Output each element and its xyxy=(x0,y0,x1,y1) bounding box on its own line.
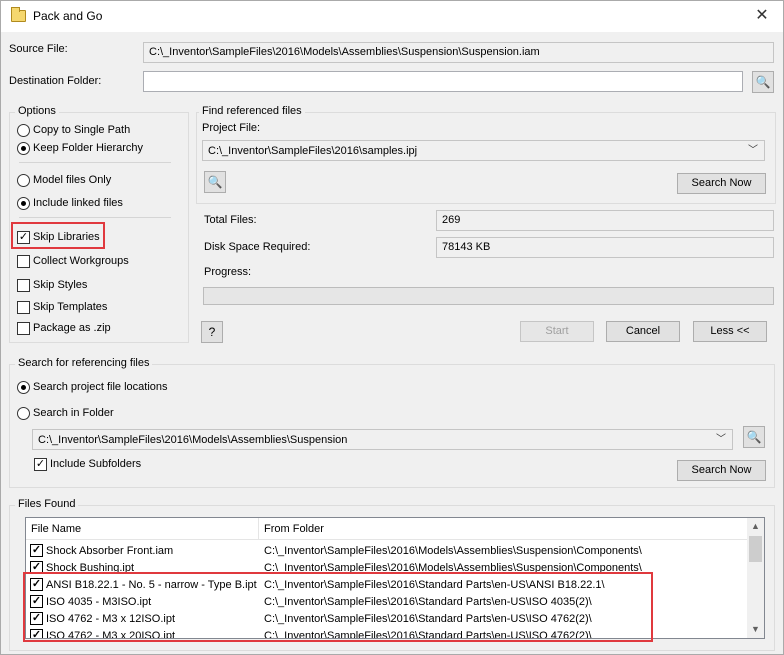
source-file-field[interactable]: C:\_Inventor\SampleFiles\2016\Models\Ass… xyxy=(143,42,774,63)
find-referenced-files-label: Find referenced files xyxy=(199,105,305,117)
start-button[interactable]: Start xyxy=(520,321,594,342)
disk-space-label: Disk Space Required: xyxy=(204,241,311,253)
folder-icon xyxy=(11,7,26,22)
skip-styles-checkbox[interactable]: Skip Styles xyxy=(17,277,87,293)
destination-folder-field[interactable] xyxy=(143,71,743,92)
search-referencing-label: Search for referencing files xyxy=(15,357,153,369)
collect-workgroups-label: Collect Workgroups xyxy=(33,255,129,267)
file-name: Shock Absorber Front.iam xyxy=(46,545,174,557)
include-linked-files-label: Include linked files xyxy=(33,197,123,209)
keep-folder-hierarchy-radio[interactable]: Keep Folder Hierarchy xyxy=(17,140,143,156)
checkbox-icon xyxy=(17,278,30,292)
search-folder-dropdown[interactable]: C:\_Inventor\SampleFiles\2016\Models\Ass… xyxy=(32,429,733,450)
checkbox-icon xyxy=(17,254,30,268)
skip-styles-label: Skip Styles xyxy=(33,279,88,291)
chevron-down-icon: ﹀ xyxy=(716,434,726,445)
scroll-down-icon[interactable]: ▼ xyxy=(747,621,764,638)
search-in-folder-label: Search in Folder xyxy=(33,407,114,419)
destination-folder-label: Destination Folder: xyxy=(9,75,102,87)
list-header: File Name From Folder xyxy=(26,518,764,540)
project-file-label: Project File: xyxy=(202,122,261,134)
skip-templates-label: Skip Templates xyxy=(33,301,108,313)
from-folder: C:\_Inventor\SampleFiles\2016\Models\Ass… xyxy=(264,545,642,557)
separator xyxy=(19,217,171,218)
total-files-label: Total Files: xyxy=(204,214,257,226)
include-linked-files-radio[interactable]: Include linked files xyxy=(17,195,123,211)
chevron-down-icon: ﹀ xyxy=(748,145,758,156)
close-button[interactable]: ✕ xyxy=(751,5,773,27)
scroll-up-icon[interactable]: ▲ xyxy=(747,518,764,535)
help-icon: ? xyxy=(208,325,216,339)
browse-folder-icon: 🔍 xyxy=(755,75,771,89)
highlight-box-library-files xyxy=(23,572,653,642)
cancel-button[interactable]: Cancel xyxy=(606,321,680,342)
keep-folder-hierarchy-label: Keep Folder Hierarchy xyxy=(33,142,144,154)
radio-selected-icon xyxy=(17,380,30,394)
browse-project-button[interactable]: 🔍 xyxy=(204,171,226,193)
column-from-folder[interactable]: From Folder xyxy=(264,523,324,535)
package-as-zip-checkbox[interactable]: Package as .zip xyxy=(17,320,111,336)
skip-libraries-checkbox[interactable]: ✓ Skip Libraries xyxy=(17,229,100,245)
project-file-value: C:\_Inventor\SampleFiles\2016\samples.ip… xyxy=(208,145,418,157)
progress-label: Progress: xyxy=(204,266,252,278)
source-file-label: Source File: xyxy=(9,43,68,55)
search-project-locations-label: Search project file locations xyxy=(33,381,168,393)
checkmark-icon[interactable]: ✓ xyxy=(30,544,43,557)
project-file-dropdown[interactable]: C:\_Inventor\SampleFiles\2016\samples.ip… xyxy=(202,140,765,161)
model-files-only-label: Model files Only xyxy=(33,174,112,186)
skip-libraries-label: Skip Libraries xyxy=(33,231,100,243)
search-in-folder-radio[interactable]: Search in Folder xyxy=(17,405,114,421)
collect-workgroups-checkbox[interactable]: Collect Workgroups xyxy=(17,253,129,269)
radio-selected-icon xyxy=(17,196,30,210)
search-now-project-button[interactable]: Search Now xyxy=(677,173,766,194)
column-divider[interactable] xyxy=(258,518,259,540)
separator xyxy=(19,162,171,163)
scroll-thumb[interactable] xyxy=(749,536,762,562)
checkbox-icon xyxy=(17,321,30,335)
less-button[interactable]: Less << xyxy=(693,321,767,342)
radio-icon xyxy=(17,123,30,137)
search-project-locations-radio[interactable]: Search project file locations xyxy=(17,379,168,395)
include-subfolders-label: Include Subfolders xyxy=(50,458,142,470)
checkbox-icon xyxy=(17,300,30,314)
package-as-zip-label: Package as .zip xyxy=(33,322,111,334)
copy-single-path-radio[interactable]: Copy to Single Path xyxy=(17,122,130,138)
progress-bar xyxy=(203,287,774,305)
model-files-only-radio[interactable]: Model files Only xyxy=(17,172,111,188)
checkmark-icon: ✓ xyxy=(34,457,47,471)
browse-search-folder-button[interactable]: 🔍 xyxy=(743,426,765,448)
search-folder-value: C:\_Inventor\SampleFiles\2016\Models\Ass… xyxy=(38,434,348,446)
browse-folder-icon: 🔍 xyxy=(746,430,762,444)
radio-icon xyxy=(17,173,30,187)
column-file-name[interactable]: File Name xyxy=(31,523,81,535)
browse-icon: 🔍 xyxy=(207,175,223,189)
radio-icon xyxy=(17,406,30,420)
browse-destination-button[interactable]: 🔍 xyxy=(752,71,774,93)
disk-space-value: 78143 KB xyxy=(436,237,774,258)
files-found-label: Files Found xyxy=(15,498,79,510)
skip-templates-checkbox[interactable]: Skip Templates xyxy=(17,299,107,315)
pack-and-go-window: Pack and Go ✕ Source File: C:\_Inventor\… xyxy=(0,0,784,655)
options-group-label: Options xyxy=(15,105,59,117)
vertical-scrollbar[interactable]: ▲ ▼ xyxy=(747,518,764,638)
total-files-value: 269 xyxy=(436,210,774,231)
search-now-folder-button[interactable]: Search Now xyxy=(677,460,766,481)
window-title: Pack and Go xyxy=(33,9,103,23)
copy-single-path-label: Copy to Single Path xyxy=(33,124,131,136)
help-button[interactable]: ? xyxy=(201,321,223,343)
title-bar: Pack and Go ✕ xyxy=(1,1,783,32)
radio-selected-icon xyxy=(17,141,30,155)
checkmark-icon: ✓ xyxy=(17,230,30,244)
include-subfolders-checkbox[interactable]: ✓ Include Subfolders xyxy=(34,456,141,472)
